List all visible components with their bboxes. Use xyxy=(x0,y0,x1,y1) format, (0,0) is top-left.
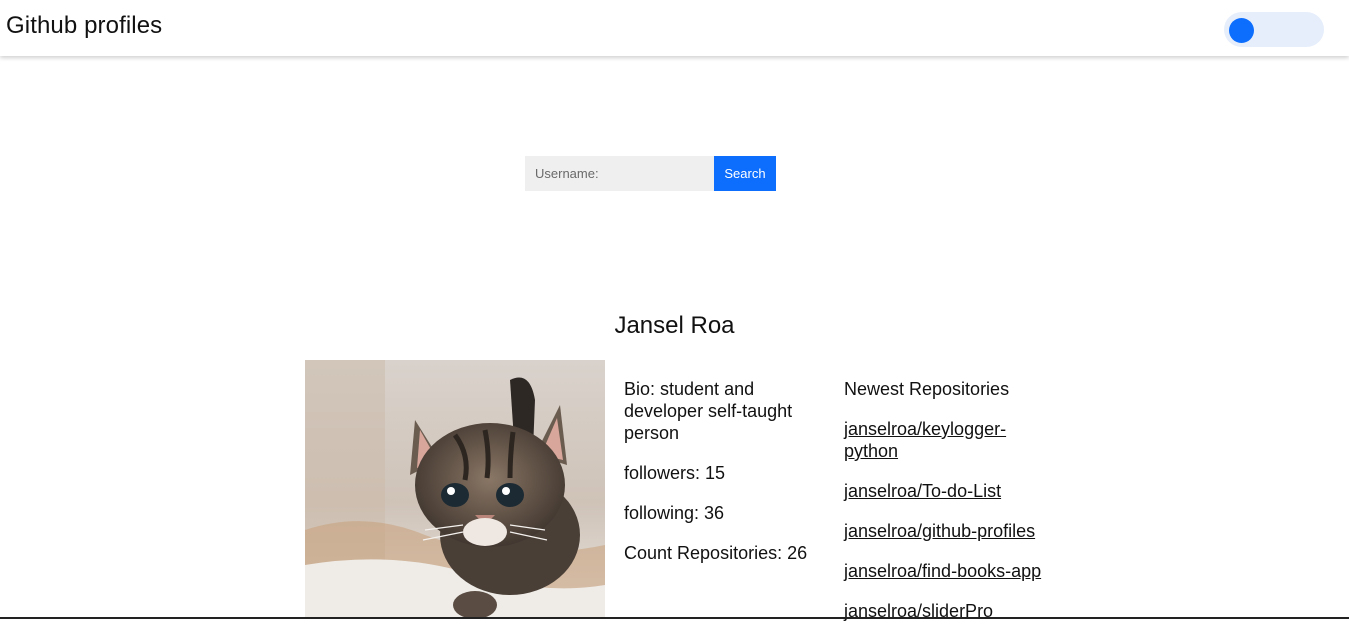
repos-heading: Newest Repositories xyxy=(844,379,1010,399)
repo-link[interactable]: janselroa/find-books-app xyxy=(844,560,1054,582)
profile-info: Bio: student and developer self-taught p… xyxy=(624,378,814,582)
following-count: following: 36 xyxy=(624,503,725,523)
repo-link[interactable]: janselroa/github-profiles xyxy=(844,520,1054,542)
repo-count: Count Repositories: 26 xyxy=(624,543,808,563)
search-form: Search xyxy=(525,156,776,191)
kitten-photo-icon xyxy=(305,360,605,619)
avatar xyxy=(305,360,605,619)
top-navbar: Github profiles xyxy=(0,0,1349,56)
profile-bio: Bio: student and developer self-taught p… xyxy=(624,379,793,443)
username-input[interactable] xyxy=(525,156,714,191)
theme-toggle[interactable] xyxy=(1224,12,1324,47)
profile-name: Jansel Roa xyxy=(614,312,735,339)
repo-link[interactable]: janselroa/To-do-List xyxy=(844,480,1054,502)
toggle-knob xyxy=(1229,18,1254,43)
followers-count: followers: 15 xyxy=(624,463,726,483)
app-title: Github profiles xyxy=(6,12,163,39)
search-button[interactable]: Search xyxy=(714,156,776,191)
newest-repositories: Newest Repositories janselroa/keylogger-… xyxy=(844,378,1054,640)
repo-link[interactable]: janselroa/keylogger-python xyxy=(844,418,1054,462)
